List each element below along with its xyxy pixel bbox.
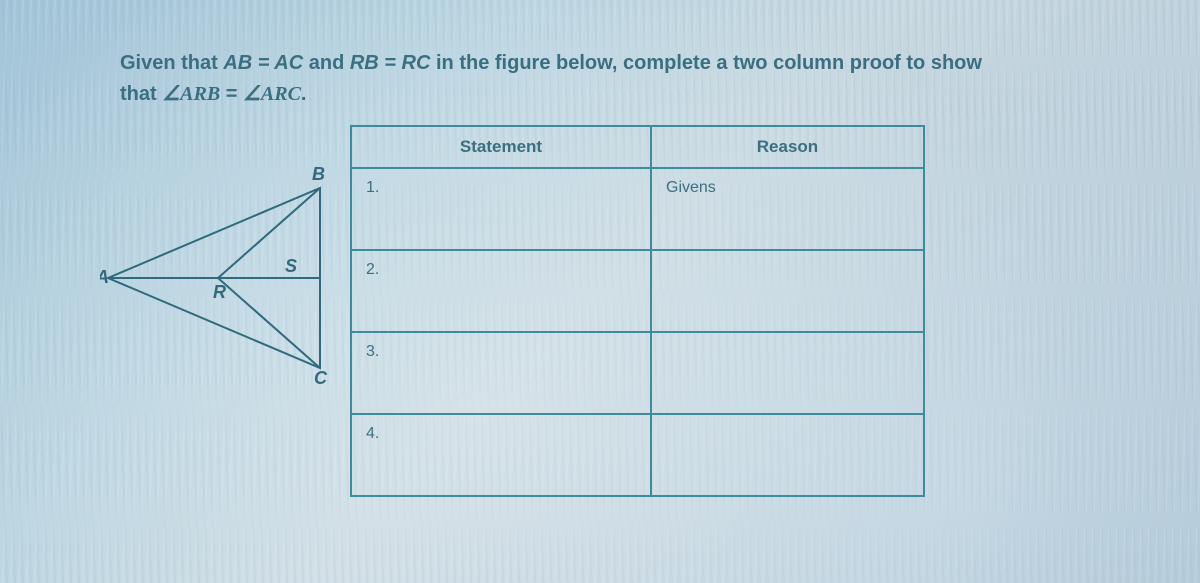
reason-text: Givens xyxy=(666,179,716,196)
angle-ARC: ∠ARC xyxy=(243,83,301,105)
reason-cell-3[interactable] xyxy=(652,333,923,413)
prompt-text: . xyxy=(301,83,307,105)
equation-2: RB = RC xyxy=(350,52,431,74)
statement-cell-3[interactable]: 3. xyxy=(352,333,652,413)
label-A: A xyxy=(100,267,109,287)
row-number: 1. xyxy=(366,179,379,197)
row-number: 2. xyxy=(366,261,379,279)
table-row: 2. xyxy=(352,249,923,331)
prompt-text: and xyxy=(303,52,350,74)
prompt-text: Given that xyxy=(120,52,223,74)
proof-table: Statement Reason 1. Givens 2. 3. 4. xyxy=(350,125,925,497)
equation-1: AB = AC xyxy=(223,52,303,74)
reason-cell-4[interactable] xyxy=(652,415,923,495)
col-reason-header: Reason xyxy=(652,127,923,167)
table-row: 3. xyxy=(352,331,923,413)
angle-ARB: ∠ARB xyxy=(162,83,220,105)
problem-prompt: Given that AB = AC and RB = RC in the fi… xyxy=(120,48,982,110)
table-header-row: Statement Reason xyxy=(352,127,923,167)
statement-cell-1[interactable]: 1. xyxy=(352,169,652,249)
row-number: 3. xyxy=(366,343,379,361)
statement-cell-4[interactable]: 4. xyxy=(352,415,652,495)
col-statement-header: Statement xyxy=(352,127,652,167)
label-B: B xyxy=(312,164,325,184)
row-number: 4. xyxy=(366,425,379,443)
reason-cell-1[interactable]: Givens xyxy=(652,169,923,249)
label-R: R xyxy=(213,282,226,302)
table-row: 1. Givens xyxy=(352,167,923,249)
prompt-text: that xyxy=(120,83,162,105)
table-row: 4. xyxy=(352,413,923,495)
statement-cell-2[interactable]: 2. xyxy=(352,251,652,331)
label-S: S xyxy=(285,256,297,276)
triangle-diagram: A B C R S xyxy=(100,160,360,390)
prompt-text: in the figure below, complete a two colu… xyxy=(430,52,982,74)
reason-cell-2[interactable] xyxy=(652,251,923,331)
label-C: C xyxy=(314,368,328,388)
equals-text: = xyxy=(220,83,243,105)
geometry-figure: A B C R S xyxy=(100,160,350,390)
